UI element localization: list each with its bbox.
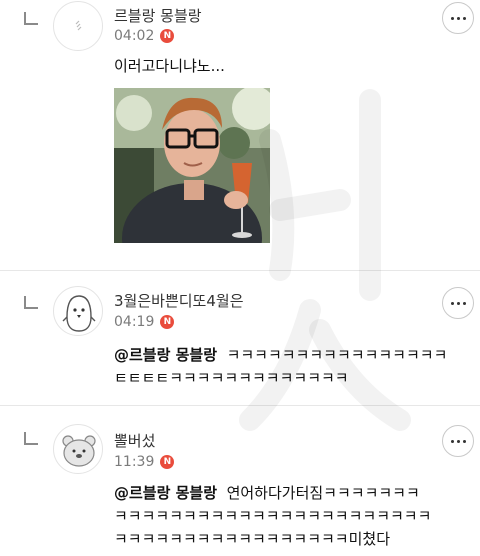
more-options-button[interactable] [442, 425, 474, 457]
reply-arrow-icon [24, 296, 38, 309]
comment-time: 11:39 [114, 454, 155, 470]
more-dot [462, 301, 466, 305]
comment-author[interactable]: 르블랑 몽블랑 [114, 5, 202, 26]
more-dot [456, 301, 460, 305]
more-dot [450, 301, 454, 305]
more-dot [462, 439, 466, 443]
comment-line: ㅌㅌㅌㅌㅋㅋㅋㅋㅋㅋㅋㅋㅋㅋㅋㅋㅋ [114, 369, 349, 387]
mention-tag[interactable]: @르블랑 몽블랑 [114, 484, 217, 502]
comment-time: 04:19 [114, 314, 155, 330]
more-dot [450, 439, 454, 443]
new-badge: N [160, 315, 175, 329]
comment-line: ㅋㅋㅋㅋㅋㅋㅋㅋㅋㅋㅋㅋㅋㅋㅋㅋㅋ미쳤다 [114, 530, 391, 548]
comment-meta: 04:02 N [114, 27, 175, 45]
comment-meta: 04:19 N [114, 313, 175, 331]
more-dot [456, 439, 460, 443]
comment-line-text: 연어하다가터짐ㅋㅋㅋㅋㅋㅋㅋ [226, 484, 420, 502]
more-dot [456, 16, 460, 20]
comment-list: 르블랑 몽블랑 04:02 N 이러고다니냐노... 3월은바쁜디또4월은 04… [0, 0, 480, 556]
comment-body: @르블랑 몽블랑 연어하다가터짐ㅋㅋㅋㅋㅋㅋㅋ ㅋㅋㅋㅋㅋㅋㅋㅋㅋㅋㅋㅋㅋㅋㅋㅋ… [114, 482, 431, 551]
comment-body: 이러고다니냐노... [114, 57, 225, 75]
comment-divider [0, 270, 480, 271]
comment-time: 04:02 [114, 28, 155, 44]
penguin-avatar-icon [62, 295, 96, 332]
more-options-button[interactable] [442, 287, 474, 319]
comment-line: @르블랑 몽블랑 연어하다가터짐ㅋㅋㅋㅋㅋㅋㅋ [114, 482, 431, 505]
comment-line: @르블랑 몽블랑 ㅋㅋㅋㅋㅋㅋㅋㅋㅋㅋㅋㅋㅋㅋㅋㅋ [114, 344, 447, 367]
reply-arrow-icon [24, 432, 38, 445]
comment-author[interactable]: 3월은바쁜디또4월은 [114, 290, 244, 311]
photo-image [114, 88, 270, 243]
more-options-button[interactable] [442, 2, 474, 34]
avatar[interactable] [53, 1, 103, 51]
new-badge: N [160, 455, 175, 469]
default-avatar-icon [75, 20, 82, 31]
comment-author[interactable]: 뽈버섰 [114, 430, 155, 451]
comment-line: ㅋㅋㅋㅋㅋㅋㅋㅋㅋㅋㅋㅋㅋㅋㅋㅋㅋㅋㅋㅋㅋㅋㅋ [114, 507, 432, 525]
comment-meta: 11:39 N [114, 453, 175, 471]
comment-body: @르블랑 몽블랑 ㅋㅋㅋㅋㅋㅋㅋㅋㅋㅋㅋㅋㅋㅋㅋㅋ ㅌㅌㅌㅌㅋㅋㅋㅋㅋㅋㅋㅋㅋㅋ… [114, 344, 447, 390]
new-badge: N [160, 29, 175, 43]
comment-divider [0, 405, 480, 406]
mention-tag[interactable]: @르블랑 몽블랑 [114, 346, 217, 364]
comment-line-text: ㅋㅋㅋㅋㅋㅋㅋㅋㅋㅋㅋㅋㅋㅋㅋㅋ [226, 346, 448, 364]
attached-photo[interactable] [114, 88, 270, 243]
bear-avatar-icon [62, 435, 96, 467]
avatar[interactable] [53, 424, 103, 474]
more-dot [450, 16, 454, 20]
reply-arrow-icon [24, 12, 38, 25]
more-dot [462, 16, 466, 20]
avatar[interactable] [53, 286, 103, 336]
